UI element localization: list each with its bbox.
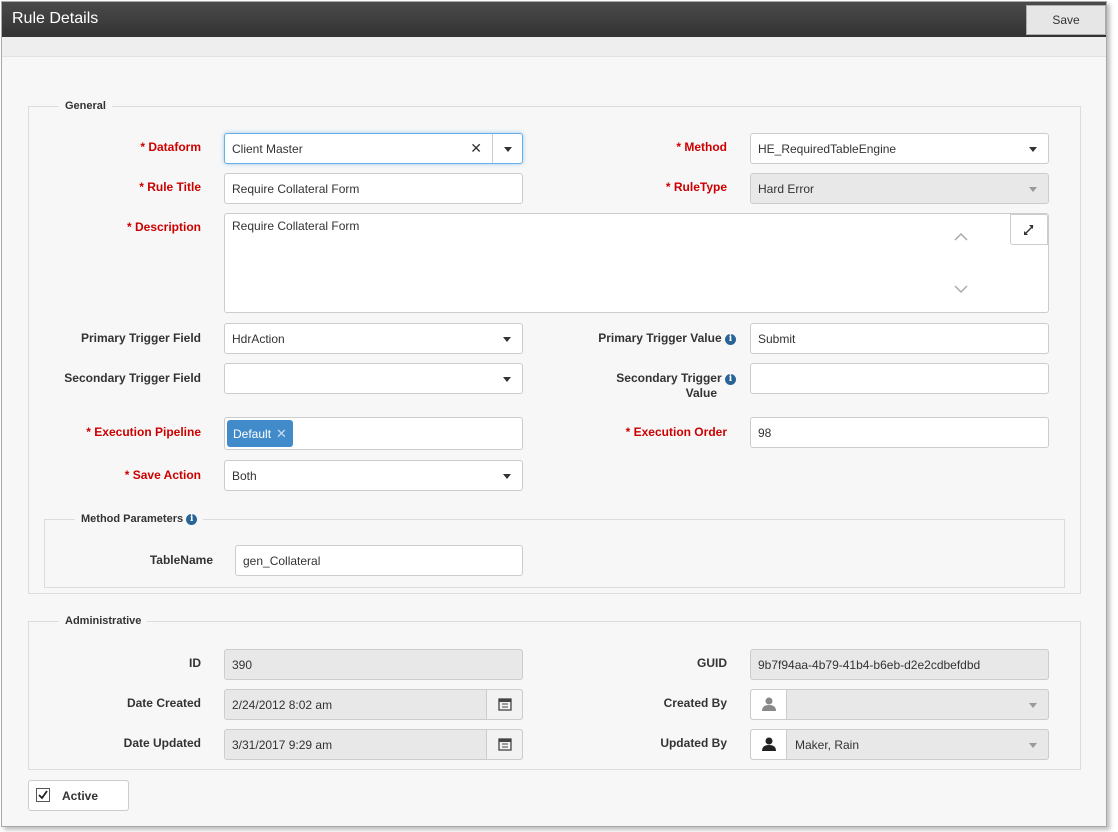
active-label: Active	[62, 789, 99, 803]
description-textarea[interactable]: Require Collateral Form	[224, 213, 1049, 313]
rule-title-input[interactable]: Require Collateral Form	[224, 173, 523, 204]
chevron-down-icon[interactable]	[492, 364, 522, 393]
expand-button[interactable]	[1010, 214, 1048, 245]
date-updated-field: 3/31/2017 9:29 am	[224, 729, 523, 760]
secondary-trigger-field-label: Secondary Trigger Field	[64, 371, 201, 385]
rule-type-label: * RuleType	[665, 180, 727, 194]
toolbar-strip	[2, 37, 1106, 57]
chevron-down-icon[interactable]	[1018, 174, 1048, 203]
updated-by-value: Maker, Rain	[795, 738, 860, 752]
primary-trigger-value-text: Primary Trigger Value	[598, 331, 722, 345]
active-checkbox[interactable]	[36, 788, 50, 802]
user-icon	[762, 737, 776, 751]
title-bar: Rule Details Save	[2, 2, 1106, 37]
method-parameters-title: Method Parameters	[81, 513, 184, 525]
primary-trigger-value-label: Primary Trigger Value i	[562, 331, 736, 346]
guid-value: 9b7f94aa-4b79-41b4-b6eb-d2e2cdbefdbd	[758, 658, 981, 672]
person-addon	[751, 690, 787, 719]
table-name-value: gen_Collateral	[243, 554, 321, 568]
id-label: ID	[189, 656, 201, 670]
guid-label: GUID	[697, 656, 727, 670]
execution-order-input[interactable]: 98	[750, 417, 1049, 448]
description-value: Require Collateral Form	[232, 219, 360, 233]
secondary-trigger-value-input[interactable]	[750, 363, 1049, 394]
save-action-select[interactable]: Both	[224, 460, 523, 491]
scroll-down-icon[interactable]	[954, 284, 968, 294]
chevron-down-icon[interactable]	[492, 461, 522, 490]
checkmark-icon	[38, 790, 48, 800]
description-label: * Description	[126, 220, 201, 234]
pipeline-tag-label: Default	[233, 427, 272, 441]
user-icon	[762, 697, 776, 711]
info-icon[interactable]: i	[725, 334, 736, 345]
secondary-trigger-field-select[interactable]	[224, 363, 523, 394]
dataform-select[interactable]: Client Master ✕	[224, 133, 523, 164]
execution-order-value: 98	[758, 426, 772, 440]
chevron-down-icon[interactable]	[492, 134, 522, 163]
save-button[interactable]: Save	[1026, 5, 1106, 35]
primary-trigger-field-select[interactable]: HdrAction	[224, 323, 523, 354]
guid-field: 9b7f94aa-4b79-41b4-b6eb-d2e2cdbefdbd	[750, 649, 1049, 680]
created-by-label: Created By	[663, 696, 727, 710]
chevron-down-icon[interactable]	[1018, 690, 1048, 719]
info-icon[interactable]: i	[725, 374, 736, 385]
method-label: * Method	[676, 140, 727, 154]
info-icon[interactable]: i	[186, 514, 198, 525]
calendar-icon	[498, 698, 512, 711]
date-updated-value: 3/31/2017 9:29 am	[232, 738, 333, 752]
active-toggle[interactable]: Active	[28, 780, 129, 811]
administrative-legend: Administrative	[59, 615, 148, 627]
method-parameters-legend: Method Parameters i	[75, 513, 204, 525]
rule-title-label: * Rule Title	[139, 180, 201, 194]
chevron-down-icon[interactable]	[1018, 730, 1048, 759]
close-icon[interactable]: ✕	[470, 140, 482, 157]
calendar-button[interactable]	[486, 690, 522, 719]
id-field: 390	[224, 649, 523, 680]
primary-trigger-value-input[interactable]: Submit	[750, 323, 1049, 354]
calendar-icon	[498, 738, 512, 751]
id-value: 390	[232, 658, 253, 672]
execution-order-label: * Execution Order	[625, 425, 727, 439]
primary-trigger-value-value: Submit	[758, 332, 796, 346]
date-created-value: 2/24/2012 8:02 am	[232, 698, 333, 712]
rule-type-select[interactable]: Hard Error	[750, 173, 1049, 204]
execution-pipeline-multiselect[interactable]: Default ✕	[224, 417, 523, 450]
execution-pipeline-label: * Execution Pipeline	[86, 425, 201, 439]
table-name-label: TableName	[149, 553, 213, 567]
secondary-trigger-value-text-2: Value	[685, 386, 717, 400]
rule-title-value: Require Collateral Form	[232, 182, 360, 196]
secondary-trigger-value-text-1: Secondary Trigger	[616, 371, 722, 385]
method-select[interactable]: HE_RequiredTableEngine	[750, 133, 1049, 164]
expand-icon	[1024, 225, 1034, 235]
updated-by-label: Updated By	[660, 736, 727, 750]
window-title: Rule Details	[12, 10, 99, 27]
primary-trigger-field-label: Primary Trigger Field	[80, 331, 201, 345]
chevron-down-icon[interactable]	[1018, 134, 1048, 163]
date-created-field: 2/24/2012 8:02 am	[224, 689, 523, 720]
scroll-up-icon[interactable]	[954, 232, 968, 242]
calendar-button[interactable]	[486, 730, 522, 759]
updated-by-select[interactable]: Maker, Rain	[750, 729, 1049, 760]
save-action-label: * Save Action	[124, 468, 201, 482]
table-name-input[interactable]: gen_Collateral	[235, 545, 523, 576]
secondary-trigger-value-label: Secondary Trigger i Value	[562, 371, 736, 401]
primary-trigger-field-value: HdrAction	[232, 332, 285, 346]
person-addon	[751, 730, 787, 759]
rule-details-window: Rule Details Save General * Dataform Cli…	[1, 1, 1107, 827]
rule-type-value: Hard Error	[758, 182, 815, 196]
close-icon[interactable]: ✕	[276, 426, 287, 441]
created-by-select[interactable]	[750, 689, 1049, 720]
date-created-label: Date Created	[126, 696, 201, 710]
chevron-down-icon[interactable]	[492, 324, 522, 353]
dataform-value: Client Master	[232, 142, 303, 156]
general-legend: General	[59, 100, 112, 112]
method-value: HE_RequiredTableEngine	[758, 142, 897, 156]
dataform-label: * Dataform	[140, 140, 201, 154]
pipeline-tag[interactable]: Default ✕	[227, 420, 293, 447]
date-updated-label: Date Updated	[123, 736, 201, 750]
save-action-value: Both	[232, 469, 257, 483]
